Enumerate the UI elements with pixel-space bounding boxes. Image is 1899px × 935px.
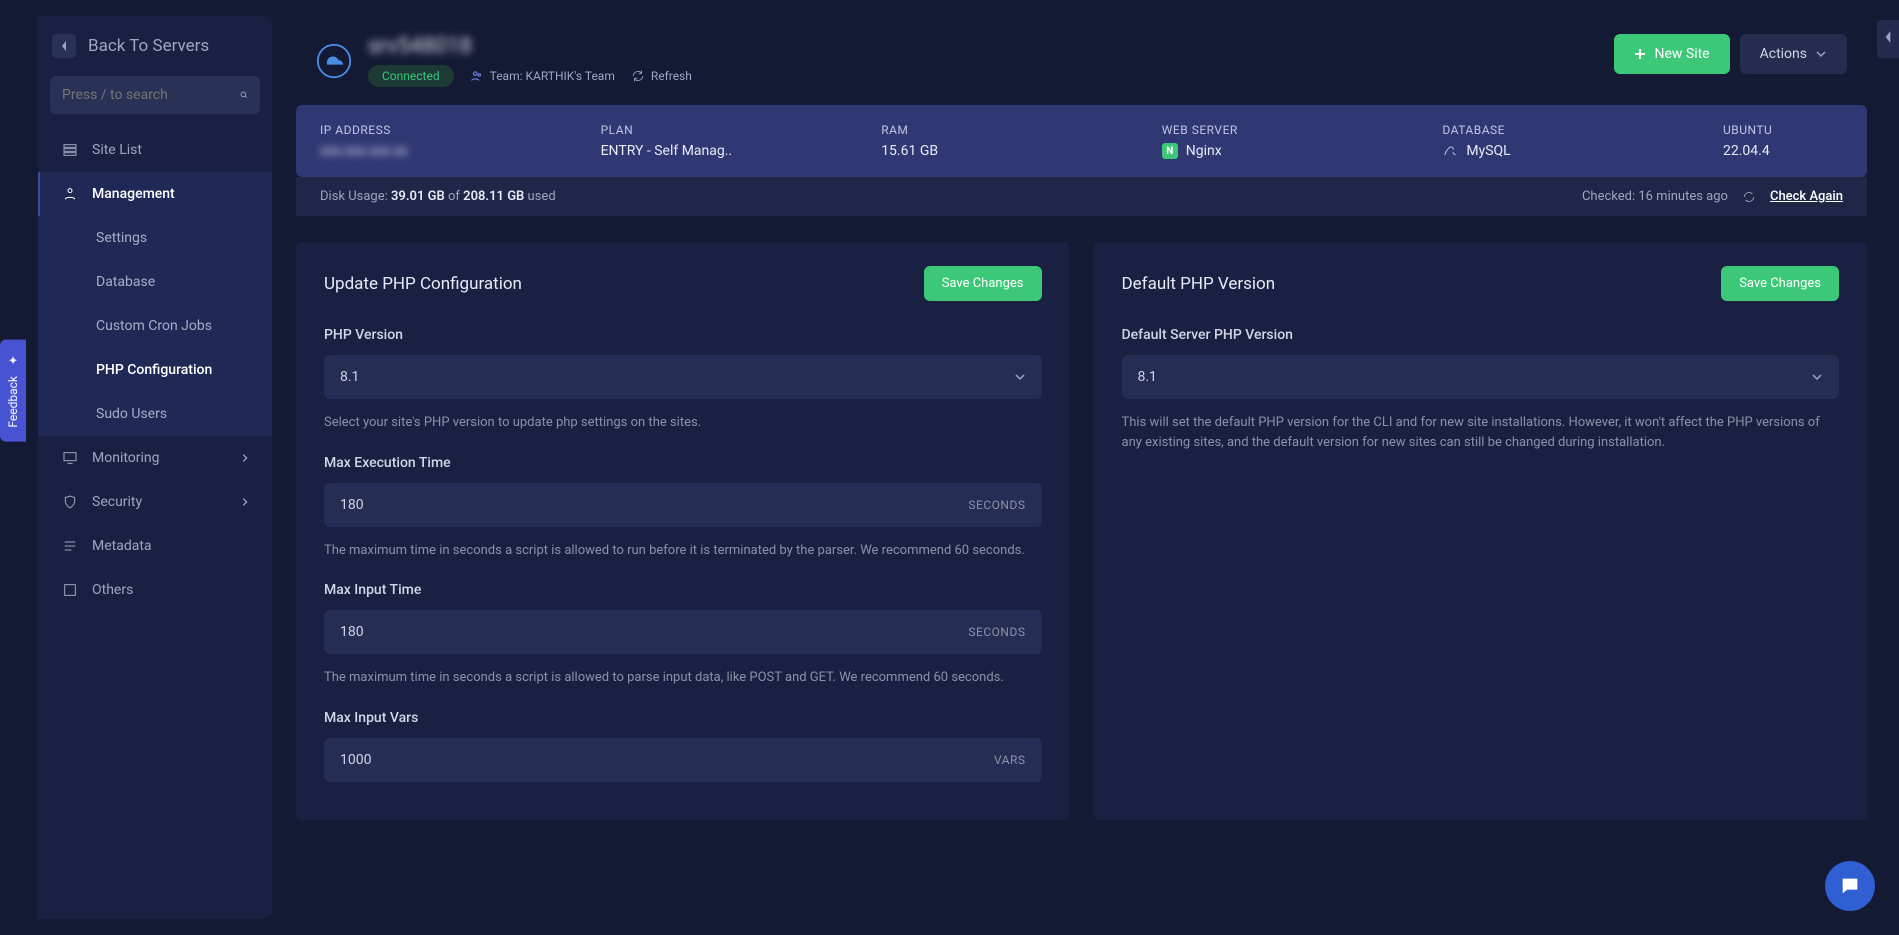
check-again-link[interactable]: Check Again [1770, 189, 1843, 204]
default-php-card: Default PHP Version Save Changes Default… [1094, 242, 1868, 820]
save-changes-button[interactable]: Save Changes [924, 266, 1042, 301]
plus-icon [1634, 48, 1646, 60]
php-version-label: PHP Version [324, 327, 1042, 343]
sidebar-label: Monitoring [92, 450, 160, 466]
collapse-panel-button[interactable] [1877, 20, 1899, 58]
chevron-right-icon [240, 453, 250, 463]
management-subnav: Settings Database Custom Cron Jobs PHP C… [38, 216, 272, 436]
max-input-time-label: Max Input Time [324, 582, 1042, 598]
back-button[interactable] [52, 34, 76, 58]
feedback-tab[interactable]: Feedback [0, 340, 26, 442]
sidebar-item-others[interactable]: Others [38, 568, 272, 612]
refresh-button[interactable]: Refresh [631, 69, 692, 83]
search-icon [240, 86, 248, 104]
chevron-down-icon [1811, 371, 1823, 383]
stat-webserver: WEB SERVER NNginx [1162, 123, 1403, 177]
chevron-left-icon [1883, 30, 1893, 44]
logo-icon [316, 43, 352, 79]
sidebar-label: Security [92, 494, 142, 510]
stat-ram: RAM 15.61 GB [881, 123, 1122, 177]
sidebar-label: Metadata [92, 538, 152, 554]
chat-fab[interactable] [1825, 861, 1875, 911]
nginx-icon: N [1162, 143, 1178, 159]
search-input-wrap[interactable] [50, 76, 260, 114]
chevron-down-icon [1815, 48, 1827, 60]
management-icon [62, 186, 78, 202]
sub-database[interactable]: Database [38, 260, 272, 304]
disk-usage-text: Disk Usage: 39.01 GB of 208.11 GB used [320, 189, 556, 204]
sub-cron[interactable]: Custom Cron Jobs [38, 304, 272, 348]
sidebar: Back To Servers Site List Management Set… [38, 16, 272, 919]
sidebar-label: Site List [92, 142, 142, 158]
back-label: Back To Servers [88, 36, 209, 56]
team-label: Team: KARTHIK's Team [470, 69, 615, 83]
new-site-button[interactable]: New Site [1614, 34, 1729, 74]
php-version-select[interactable]: 8.1 [324, 355, 1042, 399]
sidebar-item-metadata[interactable]: Metadata [38, 524, 272, 568]
sidebar-item-management[interactable]: Management [38, 172, 272, 216]
sidebar-label: Management [92, 186, 175, 202]
chat-icon [1839, 875, 1861, 897]
refresh-icon [631, 69, 645, 83]
max-input-time-field[interactable]: 180 SECONDS [324, 610, 1042, 654]
sub-sudo[interactable]: Sudo Users [38, 392, 272, 436]
stat-os: UBUNTU 22.04.4 [1723, 123, 1843, 177]
sub-settings[interactable]: Settings [38, 216, 272, 260]
mysql-icon [1442, 143, 1458, 159]
list-icon [62, 142, 78, 158]
shield-icon [62, 494, 78, 510]
sub-php-config[interactable]: PHP Configuration [38, 348, 272, 392]
max-exec-field[interactable]: 180 SECONDS [324, 483, 1042, 527]
sidebar-item-security[interactable]: Security [38, 480, 272, 524]
default-php-select[interactable]: 8.1 [1122, 355, 1840, 399]
refresh-icon [1742, 190, 1756, 204]
team-icon [470, 69, 484, 83]
card-title: Default PHP Version [1122, 274, 1276, 294]
others-icon [62, 582, 78, 598]
metadata-icon [62, 538, 78, 554]
monitor-icon [62, 450, 78, 466]
default-php-label: Default Server PHP Version [1122, 327, 1840, 343]
status-badge: Connected [368, 65, 454, 87]
chevron-down-icon [1014, 371, 1026, 383]
search-input[interactable] [62, 87, 240, 103]
stats-panel: IP ADDRESS xxx.xxx.xxx.xx PLAN ENTRY - S… [296, 105, 1867, 216]
stat-ip: IP ADDRESS xxx.xxx.xxx.xx [320, 123, 561, 177]
default-php-help: This will set the default PHP version fo… [1122, 413, 1840, 452]
php-version-help: Select your site's PHP version to update… [324, 413, 1042, 433]
sidebar-item-site-list[interactable]: Site List [38, 128, 272, 172]
save-changes-button[interactable]: Save Changes [1721, 266, 1839, 301]
max-exec-label: Max Execution Time [324, 455, 1042, 471]
main-content: srv548018 Connected Team: KARTHIK's Team… [296, 16, 1867, 935]
checked-time: Checked: 16 minutes ago [1582, 189, 1728, 204]
max-exec-help: The maximum time in seconds a script is … [324, 541, 1042, 561]
card-title: Update PHP Configuration [324, 274, 522, 294]
sidebar-item-monitoring[interactable]: Monitoring [38, 436, 272, 480]
chevron-right-icon [240, 497, 250, 507]
server-name: srv548018 [368, 34, 692, 59]
actions-dropdown[interactable]: Actions [1740, 34, 1847, 74]
sidebar-label: Others [92, 582, 133, 598]
stat-database: DATABASE MySQL [1442, 123, 1683, 177]
stat-plan: PLAN ENTRY - Self Manag.. [601, 123, 842, 177]
max-input-vars-label: Max Input Vars [324, 710, 1042, 726]
update-php-card: Update PHP Configuration Save Changes PH… [296, 242, 1070, 820]
max-input-time-help: The maximum time in seconds a script is … [324, 668, 1042, 688]
max-input-vars-field[interactable]: 1000 VARS [324, 738, 1042, 782]
